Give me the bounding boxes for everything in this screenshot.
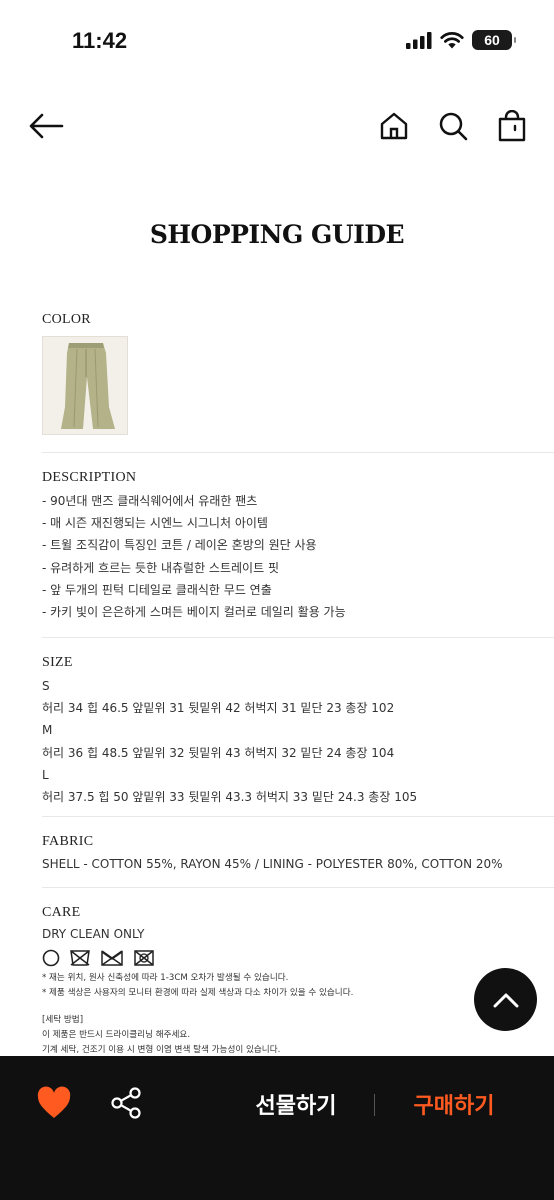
divider: [374, 1094, 375, 1116]
status-bar: 11:42 60: [0, 0, 554, 84]
care-section: CARE DRY CLEAN ONLY * 재는 위치, 원사 신축성에 따라 …: [42, 905, 554, 1056]
home-button[interactable]: [374, 106, 414, 146]
description-list: - 90년대 맨즈 클래식웨어에서 유래한 팬츠 - 매 시즌 재진행되는 시엔…: [42, 490, 554, 623]
buy-button[interactable]: 구매하기: [396, 1088, 512, 1120]
size-measurements: 허리 36 힙 48.5 앞밑위 32 뒷밑위 43 허벅지 32 밑단 24 …: [42, 745, 395, 760]
color-section: COLOR: [42, 312, 554, 435]
page-title: SHOPPING GUIDE: [149, 220, 405, 249]
care-method: DRY CLEAN ONLY: [42, 927, 145, 941]
size-measurements: 허리 34 힙 46.5 앞밑위 31 뒷밑위 42 허벅지 31 밑단 23 …: [42, 701, 395, 716]
search-button[interactable]: [433, 106, 473, 146]
like-button[interactable]: [36, 1086, 72, 1122]
description-heading: DESCRIPTION: [42, 470, 137, 485]
size-section: SIZE S 허리 34 힙 46.5 앞밑위 31 뒷밑위 42 허벅지 31…: [42, 655, 554, 808]
wash-instruction: 기계 세탁, 건조기 이용 시 변형 이염 변색 탈색 가능성이 있습니다.: [42, 1045, 281, 1056]
do-not-bleach-icon: [70, 950, 90, 966]
product-detail-content[interactable]: SHOPPING GUIDE COLOR DESCRIPTION - 90년대 …: [0, 180, 554, 1056]
divider: [42, 887, 554, 888]
no-wash-icon: [42, 949, 60, 967]
back-button[interactable]: [26, 106, 66, 146]
status-time: 11:42: [72, 28, 128, 53]
cellular-signal-icon: [406, 32, 432, 49]
divider: [42, 816, 554, 817]
fabric-text: SHELL - COTTON 55%, RAYON 45% / LINING -…: [42, 857, 503, 871]
battery-indicator: 60: [472, 30, 516, 50]
arrow-left-icon: [29, 113, 64, 139]
fabric-section: FABRIC SHELL - COTTON 55%, RAYON 45% / L…: [42, 834, 554, 875]
description-line: - 앞 두개의 핀턱 디테일로 클래식한 무드 연출: [42, 582, 272, 597]
size-label: L: [42, 767, 49, 782]
color-heading: COLOR: [42, 312, 91, 327]
pants-image: [43, 337, 127, 434]
share-button[interactable]: [110, 1086, 144, 1120]
search-icon: [439, 112, 468, 141]
wash-heading: [세탁 방법]: [42, 1015, 84, 1026]
shopping-bag-button[interactable]: [492, 106, 532, 146]
top-navigation: [0, 100, 554, 152]
home-icon: [380, 112, 408, 140]
description-line: - 카키 빛이 은은하게 스며든 베이지 컬러로 데일리 활용 가능: [42, 605, 346, 620]
fabric-heading: FABRIC: [42, 834, 94, 849]
wifi-icon: [440, 32, 464, 49]
divider: [42, 637, 554, 638]
do-not-iron-icon: [134, 950, 154, 966]
wash-instruction: 이 제품은 반드시 드라이클리닝 해주세요.: [42, 1030, 191, 1041]
do-not-tumble-dry-icon: [101, 950, 123, 966]
share-icon: [111, 1087, 141, 1119]
shopping-bag-icon: [498, 110, 526, 142]
size-label: M: [42, 723, 53, 738]
size-measurements: 허리 37.5 힙 50 앞밑위 33 뒷밑위 43.3 허벅지 33 밑단 2…: [42, 790, 418, 805]
heart-icon: [37, 1086, 71, 1118]
description-line: - 매 시즌 재진행되는 시엔느 시그니처 아이템: [42, 516, 268, 531]
care-heading: CARE: [42, 905, 81, 920]
description-line: - 트윌 조직감이 특징인 코튼 / 레이온 혼방의 원단 사용: [42, 538, 317, 553]
divider: [42, 452, 554, 453]
color-swatch-image[interactable]: [42, 336, 128, 435]
size-list: S 허리 34 힙 46.5 앞밑위 31 뒷밑위 42 허벅지 31 밑단 2…: [42, 675, 554, 808]
size-heading: SIZE: [42, 655, 73, 670]
description-line: - 90년대 맨즈 클래식웨어에서 유래한 팬츠: [42, 494, 258, 508]
scroll-to-top-button[interactable]: [474, 968, 537, 1031]
status-icons: 60: [406, 30, 516, 50]
description-section: DESCRIPTION - 90년대 맨즈 클래식웨어에서 유래한 팬츠 - 매…: [42, 470, 554, 623]
size-label: S: [42, 679, 50, 693]
gift-button[interactable]: 선물하기: [236, 1088, 356, 1120]
care-icons: [42, 949, 554, 967]
description-line: - 유려하게 흐르는 듯한 내츄럴한 스트레이트 핏: [42, 560, 279, 575]
bottom-action-bar: 선물하기 구매하기: [0, 1056, 554, 1200]
chevron-up-icon: [493, 993, 518, 1007]
